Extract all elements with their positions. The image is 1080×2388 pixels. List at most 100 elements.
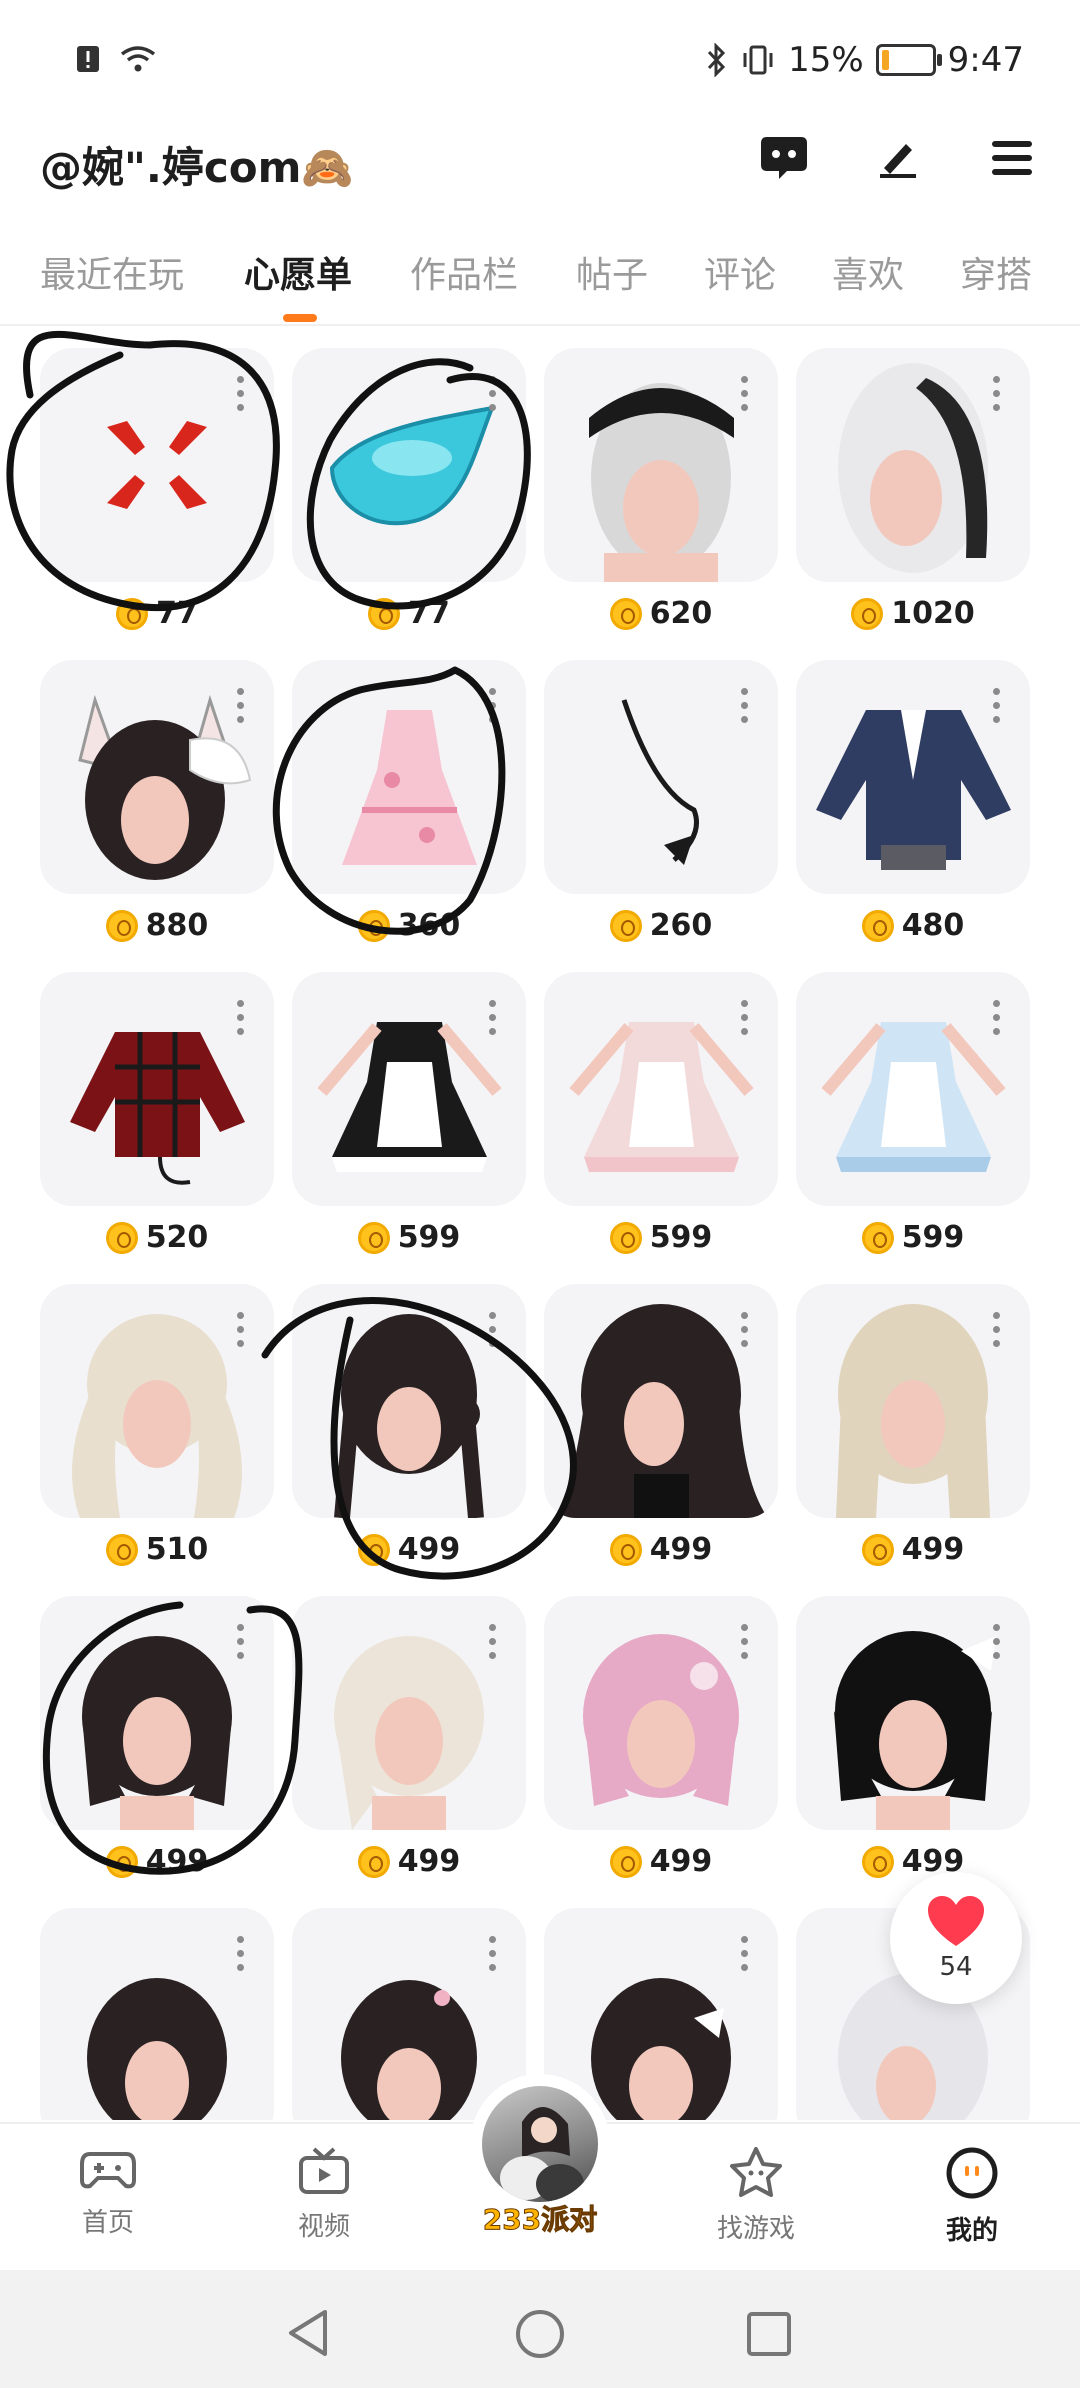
item-thumbnail[interactable] — [544, 348, 778, 582]
more-options-icon[interactable] — [488, 1624, 496, 1659]
item-thumbnail[interactable] — [292, 348, 526, 582]
wishlist-item[interactable]: 499 — [796, 1284, 1030, 1567]
item-thumbnail[interactable] — [292, 1908, 526, 2120]
wishlist-item[interactable]: 520 — [40, 972, 274, 1255]
wishlist-item[interactable]: 77 — [292, 348, 526, 631]
more-options-icon[interactable] — [236, 1000, 244, 1035]
like-button[interactable]: 54 — [890, 1872, 1022, 2004]
price-value: 599 — [649, 1220, 713, 1255]
wishlist-item[interactable]: 599 — [544, 972, 778, 1255]
item-thumbnail[interactable] — [40, 660, 274, 894]
item-thumbnail[interactable] — [292, 1284, 526, 1518]
more-options-icon[interactable] — [992, 1312, 1000, 1347]
nav-find-games[interactable]: 找游戏 — [686, 2146, 826, 2245]
tab-recent[interactable]: 最近在玩 — [40, 246, 184, 298]
more-options-icon[interactable] — [488, 1936, 496, 1971]
wishlist-item[interactable]: 620 — [544, 348, 778, 631]
wishlist-item[interactable]: 480 — [796, 660, 1030, 943]
tab-outfits[interactable]: 穿搭 — [960, 246, 1032, 298]
item-thumbnail[interactable] — [292, 1596, 526, 1830]
message-button[interactable] — [756, 130, 812, 186]
more-options-icon[interactable] — [740, 688, 748, 723]
wishlist-item[interactable] — [544, 1908, 778, 2120]
menu-button[interactable] — [984, 130, 1040, 186]
item-thumbnail[interactable] — [796, 1596, 1030, 1830]
edit-button[interactable] — [870, 130, 926, 186]
item-thumbnail[interactable] — [544, 1596, 778, 1830]
wishlist-item[interactable]: 499 — [544, 1596, 778, 1879]
item-thumbnail[interactable] — [544, 972, 778, 1206]
nav-me[interactable]: 我的 — [902, 2146, 1042, 2247]
item-price: 480 — [796, 908, 1030, 943]
wishlist-item[interactable]: 499 — [292, 1596, 526, 1879]
tab-wishlist[interactable]: 心愿单 — [244, 246, 352, 298]
wishlist-item[interactable]: 510 — [40, 1284, 274, 1567]
more-options-icon[interactable] — [740, 1624, 748, 1659]
wishlist-item[interactable]: 360 — [292, 660, 526, 943]
more-options-icon[interactable] — [992, 1624, 1000, 1659]
tab-likes[interactable]: 喜欢 — [832, 246, 904, 298]
more-options-icon[interactable] — [740, 376, 748, 411]
more-options-icon[interactable] — [740, 1312, 748, 1347]
more-options-icon[interactable] — [740, 1000, 748, 1035]
wishlist-item[interactable]: 499 — [40, 1596, 274, 1879]
more-options-icon[interactable] — [236, 1936, 244, 1971]
wishlist-item[interactable] — [292, 1908, 526, 2120]
tab-works[interactable]: 作品栏 — [410, 246, 518, 298]
item-thumbnail[interactable] — [796, 348, 1030, 582]
item-thumbnail[interactable] — [796, 972, 1030, 1206]
more-options-icon[interactable] — [740, 1936, 748, 1971]
coin-icon — [357, 1221, 390, 1254]
item-thumbnail[interactable] — [40, 1284, 274, 1518]
nav-me-label: 我的 — [945, 2216, 998, 2246]
item-thumbnail[interactable] — [544, 1284, 778, 1518]
wishlist-item[interactable]: 499 — [796, 1596, 1030, 1879]
more-options-icon[interactable] — [992, 688, 1000, 723]
nav-home-label: 首页 — [81, 2208, 134, 2238]
item-thumbnail[interactable] — [40, 348, 274, 582]
back-icon[interactable] — [285, 2308, 331, 2358]
wishlist-item[interactable]: 880 — [40, 660, 274, 943]
item-price: 620 — [544, 596, 778, 631]
coin-icon — [861, 909, 894, 942]
vibrate-icon — [743, 45, 773, 75]
more-options-icon[interactable] — [992, 376, 1000, 411]
more-options-icon[interactable] — [488, 376, 496, 411]
more-options-icon[interactable] — [488, 688, 496, 723]
nav-home[interactable]: 首页 — [38, 2146, 178, 2239]
wishlist-item[interactable] — [40, 1908, 274, 2120]
item-thumbnail[interactable] — [292, 660, 526, 894]
more-options-icon[interactable] — [992, 1000, 1000, 1035]
wishlist-item[interactable]: 77 — [40, 348, 274, 631]
nav-party-label[interactable]: 233派对 — [470, 2198, 610, 2238]
item-thumbnail[interactable] — [292, 972, 526, 1206]
wishlist-item[interactable]: 1020 — [796, 348, 1030, 631]
wishlist-item[interactable]: 599 — [796, 972, 1030, 1255]
coin-icon — [357, 909, 390, 942]
item-thumbnail[interactable] — [544, 1908, 778, 2120]
wishlist-item[interactable]: 599 — [292, 972, 526, 1255]
more-options-icon[interactable] — [488, 1312, 496, 1347]
recents-square-icon[interactable] — [745, 2310, 793, 2358]
item-thumbnail[interactable] — [40, 1596, 274, 1830]
item-thumbnail[interactable] — [40, 1908, 274, 2120]
more-options-icon[interactable] — [488, 1000, 496, 1035]
more-options-icon[interactable] — [236, 688, 244, 723]
more-options-icon[interactable] — [236, 1624, 244, 1659]
more-options-icon[interactable] — [236, 1312, 244, 1347]
item-price: 499 — [40, 1844, 274, 1879]
wishlist-item[interactable]: 499 — [544, 1284, 778, 1567]
party-button[interactable] — [474, 2078, 606, 2210]
item-thumbnail[interactable] — [40, 972, 274, 1206]
more-options-icon[interactable] — [236, 376, 244, 411]
tab-comments[interactable]: 评论 — [704, 246, 776, 298]
item-thumbnail[interactable] — [796, 660, 1030, 894]
wishlist-item[interactable]: 499 — [292, 1284, 526, 1567]
item-thumbnail[interactable] — [544, 660, 778, 894]
price-value: 77 — [156, 596, 198, 631]
tab-posts[interactable]: 帖子 — [576, 246, 648, 298]
home-circle-icon[interactable] — [514, 2308, 566, 2360]
wishlist-item[interactable]: 260 — [544, 660, 778, 943]
nav-video[interactable]: 视频 — [254, 2146, 394, 2243]
item-thumbnail[interactable] — [796, 1284, 1030, 1518]
